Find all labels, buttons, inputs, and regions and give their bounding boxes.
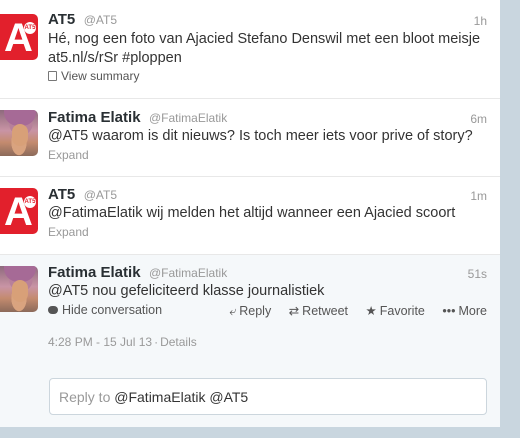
- tweet-mention[interactable]: @AT5: [48, 128, 88, 144]
- tweet-expanded[interactable]: Fatima Elatik @FatimaElatik 51s @AT5 nou…: [0, 255, 500, 427]
- reply-icon: ⤶: [229, 304, 237, 318]
- tweet[interactable]: A AT5 AT5 @AT5 1m @FatimaElatik wij meld…: [0, 177, 500, 255]
- timeline-bottom-edge: [0, 427, 500, 438]
- reply-recipients: @FatimaElatik @AT5: [114, 389, 249, 405]
- avatar[interactable]: [0, 110, 38, 156]
- tweet-author-handle[interactable]: @FatimaElatik: [149, 266, 227, 280]
- avatar[interactable]: A AT5: [0, 14, 38, 60]
- avatar-photo-face: [12, 124, 28, 146]
- avatar[interactable]: [0, 266, 38, 312]
- favorite-icon: ★: [365, 304, 377, 318]
- tweet-author-name[interactable]: AT5: [48, 186, 75, 203]
- tweet-meta: 4:28 PM - 15 Jul 13 · Details: [48, 335, 197, 349]
- tweet[interactable]: Fatima Elatik @FatimaElatik 6m @AT5 waar…: [0, 99, 500, 177]
- view-summary-link[interactable]: View summary: [48, 69, 139, 83]
- tweet-body: waarom is dit nieuws? Is toch meer iets …: [92, 128, 473, 144]
- tweet-mention[interactable]: @AT5: [48, 283, 88, 299]
- tweet-timestamp[interactable]: 1m: [470, 189, 487, 203]
- tweet-body: wij melden het altijd wanneer een Ajacie…: [146, 205, 456, 221]
- reply-button[interactable]: ⤶ Reply: [229, 304, 271, 318]
- summary-icon: [48, 71, 57, 81]
- reply-input[interactable]: Reply to @FatimaElatik @AT5: [49, 378, 487, 415]
- hide-conversation-link[interactable]: Hide conversation: [48, 303, 162, 317]
- reply-prefix: Reply to: [59, 389, 111, 405]
- tweet-timestamp[interactable]: 6m: [470, 112, 487, 126]
- more-icon: •••: [442, 304, 456, 318]
- tweet-text: @AT5 nou gefeliciteerd klasse journalist…: [48, 282, 490, 301]
- more-label: More: [458, 304, 487, 318]
- tweet-author-handle[interactable]: @AT5: [84, 13, 117, 27]
- tweet-text: @FatimaElatik wij melden het altijd wann…: [48, 204, 490, 223]
- more-button[interactable]: ••• More: [442, 304, 487, 318]
- avatar[interactable]: A AT5: [0, 188, 38, 234]
- retweet-label: Retweet: [302, 304, 349, 318]
- hide-conversation-label: Hide conversation: [62, 303, 163, 317]
- view-summary-label: View summary: [61, 69, 140, 83]
- favorite-button[interactable]: ★ Favorite: [366, 304, 425, 318]
- tweet-timestamp[interactable]: 51s: [468, 267, 487, 281]
- favorite-label: Favorite: [379, 304, 425, 318]
- retweet-icon: ⇄: [288, 304, 300, 318]
- timeline: A AT5 AT5 @AT5 1h Hé, nog een foto van A…: [0, 0, 500, 438]
- expand-link[interactable]: Expand: [48, 148, 89, 162]
- retweet-button[interactable]: ⇄ Retweet: [289, 304, 348, 318]
- tweet-author-name[interactable]: Fatima Elatik: [48, 264, 141, 281]
- tweet-timestamp[interactable]: 1h: [474, 14, 487, 28]
- tweet-datetime[interactable]: 4:28 PM - 15 Jul 13: [48, 335, 152, 349]
- tweet-author-handle[interactable]: @FatimaElatik: [149, 111, 227, 125]
- reply-label: Reply: [239, 304, 272, 318]
- tweet-author-name[interactable]: Fatima Elatik: [48, 109, 141, 126]
- tweet-author-name[interactable]: AT5: [48, 11, 75, 28]
- at5-logo-badge: AT5: [24, 196, 36, 208]
- tweet-text: Hé, nog een foto van Ajacied Stefano Den…: [48, 30, 490, 68]
- tweet[interactable]: A AT5 AT5 @AT5 1h Hé, nog een foto van A…: [0, 0, 500, 99]
- tweet-body: Hé, nog een foto van Ajacied Stefano Den…: [48, 31, 481, 47]
- bubble-icon: [48, 306, 58, 314]
- details-link[interactable]: Details: [160, 335, 197, 349]
- tweet-hashtag[interactable]: #ploppen: [122, 50, 182, 66]
- avatar-photo-face: [12, 280, 28, 302]
- at5-logo-badge: AT5: [24, 22, 36, 34]
- expand-link[interactable]: Expand: [48, 225, 89, 239]
- tweet-author-handle[interactable]: @AT5: [84, 188, 117, 202]
- tweet-text: @AT5 waarom is dit nieuws? Is toch meer …: [48, 127, 490, 146]
- tweet-mention[interactable]: @FatimaElatik: [48, 205, 143, 221]
- tweet-link[interactable]: at5.nl/s/rSr: [48, 50, 118, 66]
- tweet-body: nou gefeliciteerd klasse journalistiek: [92, 283, 325, 299]
